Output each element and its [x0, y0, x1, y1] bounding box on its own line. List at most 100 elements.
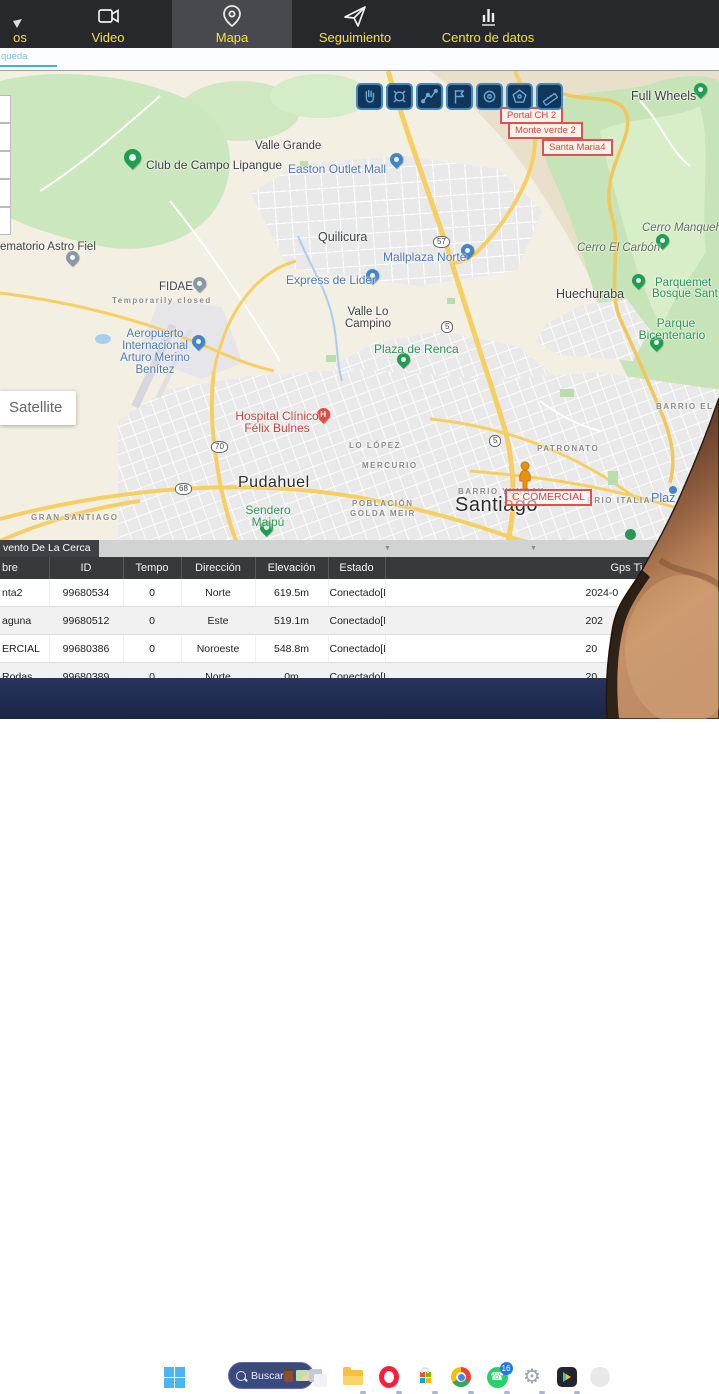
table-cell: 519.1m [255, 607, 328, 635]
filter-icon[interactable]: ▼ [384, 545, 391, 552]
table-cell: aguna [0, 607, 49, 635]
map-label: ematorio Astro Fiel [0, 241, 96, 253]
ruler-tool-button[interactable] [536, 83, 563, 110]
column-header[interactable]: Dirección [181, 557, 255, 579]
map-label: Cerro Manqueh [642, 222, 719, 234]
top-nav: os Video Mapa Seguimiento Centro de dato… [0, 0, 719, 48]
table-row[interactable]: nta2996805340Norte619.5mConectado[Di...2… [0, 579, 719, 607]
windows-taskbar: Buscar ☎16 ⚙ [0, 678, 719, 719]
folder-icon [343, 1370, 363, 1385]
opera-icon [379, 1366, 399, 1388]
whatsapp-badge: 16 [500, 1362, 513, 1375]
map-label: Easton Outlet Mall [288, 162, 386, 176]
table-cell: Conectado[Di... [328, 635, 385, 663]
map-label: Plaz [651, 491, 675, 505]
column-header[interactable]: Tempo [123, 557, 181, 579]
map-label: LO LÓPEZ [349, 441, 401, 450]
gear-icon: ⚙ [523, 1367, 541, 1387]
flag-tool-button[interactable] [446, 83, 473, 110]
map-label: GOLDA MEIR [350, 509, 416, 518]
tab-label: os [13, 31, 27, 45]
filmora-icon [557, 1367, 577, 1387]
running-indicator [504, 1391, 510, 1394]
taskbar-search-box[interactable]: Buscar [228, 1362, 314, 1389]
map-label: Campino [345, 318, 391, 330]
search-hint-text[interactable]: queda [1, 51, 27, 62]
table-header-row: breIDTempoDirecciónElevaciónEstadoGps Ti [0, 557, 719, 579]
map-label: Maipú [252, 515, 285, 529]
opera-button[interactable] [377, 1365, 401, 1389]
tab-centro-de-datos[interactable]: Centro de datos [418, 0, 558, 48]
target-tool-button[interactable] [386, 83, 413, 110]
chrome-button[interactable] [449, 1365, 473, 1389]
column-header[interactable]: Gps Ti [385, 557, 719, 579]
polygon-tool-button[interactable] [506, 83, 533, 110]
stacked-windows-icon [307, 1367, 327, 1387]
table-cell: 99680534 [49, 579, 123, 607]
whatsapp-icon: ☎16 [487, 1367, 508, 1388]
app-button[interactable] [588, 1365, 612, 1389]
start-button[interactable] [162, 1365, 186, 1389]
chrome-icon [451, 1367, 471, 1387]
running-indicator [432, 1391, 438, 1394]
tab-mapa[interactable]: Mapa [172, 0, 292, 48]
satellite-toggle-button[interactable]: Satellite [0, 391, 76, 425]
task-view-button[interactable] [305, 1365, 329, 1389]
table-row[interactable]: ERCIAL996803860Noroeste548.8mConectado[D… [0, 635, 719, 663]
circle-icon [480, 87, 499, 106]
running-indicator [539, 1391, 545, 1394]
map-pin-icon [219, 3, 245, 29]
map-canvas[interactable]: Satellite Club de Campo LipangueValle Gr… [0, 70, 719, 541]
column-header[interactable]: ID [49, 557, 123, 579]
map-label: FIDAE [159, 281, 193, 293]
table-cell: 0 [123, 635, 181, 663]
map-label: Cerro El Carbón [577, 242, 660, 254]
briefcase-icon [284, 1369, 293, 1382]
windows-logo-icon [164, 1367, 185, 1388]
whatsapp-button[interactable]: ☎16 [485, 1365, 509, 1389]
side-panel-box[interactable] [0, 179, 11, 207]
tab-evento-de-la-cerca[interactable]: vento De La Cerca [0, 540, 99, 557]
tab-devices[interactable]: os [0, 0, 40, 48]
pan-hand-tool-button[interactable] [356, 83, 383, 110]
filter-icon[interactable]: ▼ [530, 545, 537, 552]
filmora-button[interactable] [555, 1365, 579, 1389]
column-header[interactable]: Elevación [255, 557, 328, 579]
map-label: Full Wheels [631, 89, 696, 103]
side-panel-box[interactable] [0, 123, 11, 151]
green-poi-dot[interactable] [625, 529, 636, 540]
circle-tool-button[interactable] [476, 83, 503, 110]
map-label: Express de Lider [286, 273, 376, 287]
geofence-label[interactable]: C COMERCIAL [505, 489, 592, 506]
road-shield: 5 [441, 321, 453, 333]
table-cell: 619.5m [255, 579, 328, 607]
side-panel-box[interactable] [0, 95, 11, 123]
tab-video[interactable]: Video [48, 0, 168, 48]
geofence-label[interactable]: Monte verde 2 [508, 122, 583, 139]
map-label: Huechuraba [556, 287, 624, 301]
column-header[interactable]: Estado [328, 557, 385, 579]
table-cell: Norte [181, 579, 255, 607]
map-label: BARRIO EL GOL [656, 402, 719, 411]
table-cell: 20 [385, 635, 719, 663]
tab-seguimiento[interactable]: Seguimiento [296, 0, 414, 48]
ms-store-button[interactable] [413, 1365, 437, 1389]
tab-label: Mapa [216, 31, 249, 45]
map-label: Arturo Merino [120, 352, 190, 364]
tab-label: Seguimiento [319, 31, 391, 45]
polygon-icon [510, 87, 529, 106]
map-label: Félix Bulnes [244, 421, 309, 435]
table-cell: 2024-0 [385, 579, 719, 607]
person-marker-icon[interactable] [515, 461, 535, 491]
geofence-label[interactable]: Santa Maria4 [542, 139, 613, 156]
table-cell: 99680512 [49, 607, 123, 635]
table-row[interactable]: aguna996805120Este519.1mConectado[Di...2… [0, 607, 719, 635]
side-panel-box[interactable] [0, 207, 11, 235]
file-explorer-button[interactable] [341, 1365, 365, 1389]
map-label: Aeropuerto [127, 328, 184, 340]
side-panel-box[interactable] [0, 151, 11, 179]
column-header[interactable]: bre [0, 557, 49, 579]
polyline-tool-button[interactable] [416, 83, 443, 110]
running-indicator [396, 1391, 402, 1394]
settings-button[interactable]: ⚙ [520, 1365, 544, 1389]
